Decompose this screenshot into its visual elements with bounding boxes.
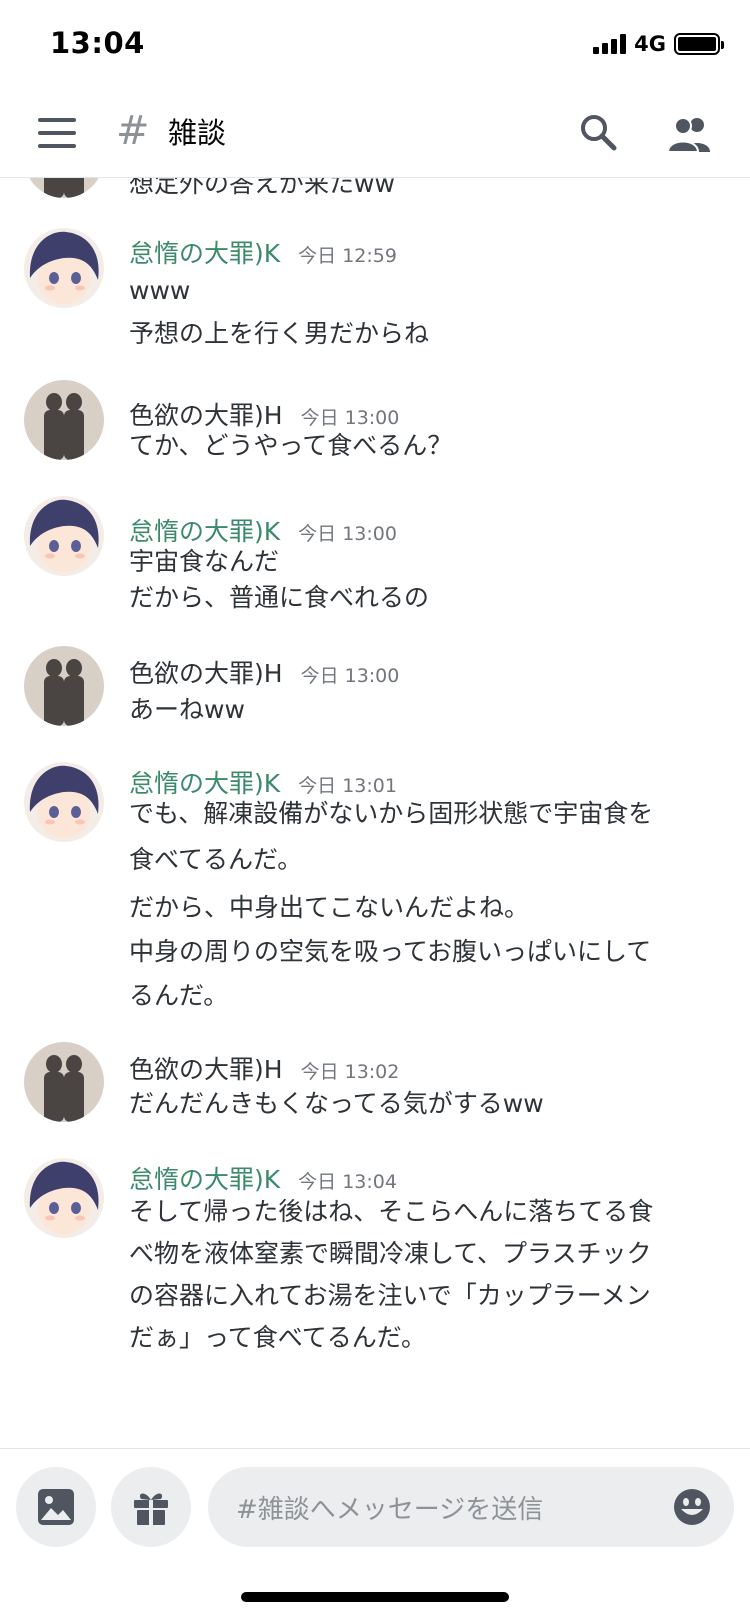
message-line: だから、中身出てこないんだよね。 bbox=[129, 893, 530, 922]
message-line: www bbox=[129, 276, 191, 305]
author-name[interactable]: 色欲の大罪)H bbox=[129, 1050, 283, 1086]
message-line: だんだんきもくなってる気がするww bbox=[129, 1089, 544, 1118]
battery-icon bbox=[674, 33, 724, 55]
image-icon bbox=[38, 1489, 74, 1525]
message-header: 色欲の大罪)H 今日 13:00 bbox=[129, 654, 399, 690]
message-text: 想定外の答えが来たww bbox=[129, 178, 395, 198]
signal-icon bbox=[593, 34, 627, 54]
timestamp: 今日 13:00 bbox=[298, 523, 397, 545]
menu-icon[interactable] bbox=[38, 118, 76, 148]
avatar-k[interactable] bbox=[24, 1158, 104, 1238]
composer-bar: #雑談へメッセージを送信 bbox=[0, 1448, 750, 1624]
message-input-placeholder: #雑談へメッセージを送信 bbox=[236, 1495, 544, 1525]
channel-header: # 雑談 bbox=[0, 90, 750, 178]
channel-title: 雑談 bbox=[168, 116, 227, 150]
members-icon[interactable] bbox=[666, 114, 714, 154]
timestamp: 今日 13:04 bbox=[298, 1171, 397, 1193]
message-header: 色欲の大罪)H 今日 13:02 bbox=[129, 1050, 399, 1086]
status-time: 13:04 bbox=[50, 26, 145, 60]
message-line: だから、普通に食べれるの bbox=[129, 583, 430, 612]
image-upload-button[interactable] bbox=[16, 1467, 96, 1547]
status-indicators: 4G bbox=[593, 32, 724, 56]
hash-icon: # bbox=[116, 108, 150, 154]
avatar-h[interactable] bbox=[24, 380, 104, 460]
timestamp: 今日 13:00 bbox=[300, 665, 400, 687]
message-line: 予想の上を行く男だからね bbox=[129, 319, 430, 348]
avatar-h[interactable] bbox=[24, 1042, 104, 1122]
status-bar: 13:04 4G bbox=[0, 0, 750, 90]
message-line: の容器に入れてお湯を注いで「カップラーメン bbox=[129, 1281, 651, 1310]
search-icon[interactable] bbox=[578, 112, 618, 152]
network-type: 4G bbox=[634, 32, 666, 56]
gift-icon bbox=[134, 1493, 168, 1525]
message-line: 宇宙食なんだ bbox=[129, 547, 280, 576]
message-line: てか、どうやって食べるん？ bbox=[129, 431, 453, 460]
message-line: 食べてるんだ。 bbox=[129, 845, 303, 874]
message-line: べ物を液体窒素で瞬間冷凍して、プラスチック bbox=[129, 1239, 652, 1268]
message-header: 怠惰の大罪)K 今日 13:04 bbox=[129, 1160, 397, 1196]
home-indicator[interactable] bbox=[241, 1592, 509, 1602]
timestamp: 今日 13:02 bbox=[300, 1061, 400, 1083]
avatar-k[interactable] bbox=[24, 762, 104, 842]
gift-button[interactable] bbox=[111, 1467, 191, 1547]
author-name[interactable]: 色欲の大罪)H bbox=[129, 654, 283, 690]
avatar-h[interactable] bbox=[24, 646, 104, 726]
message-line: るんだ。 bbox=[129, 981, 229, 1010]
avatar-k[interactable] bbox=[24, 228, 104, 308]
timestamp: 今日 12:59 bbox=[298, 245, 397, 267]
emoji-icon[interactable] bbox=[672, 1487, 712, 1527]
message-header: 怠惰の大罪)K 今日 12:59 bbox=[129, 234, 397, 270]
author-name[interactable]: 怠惰の大罪)K bbox=[129, 1160, 280, 1196]
message-list[interactable]: 想定外の答えが来たww 怠惰の大罪)K 今日 12:59 www 予想の上を行く… bbox=[0, 178, 750, 1448]
avatar-k[interactable] bbox=[24, 496, 104, 576]
message-input[interactable]: #雑談へメッセージを送信 bbox=[208, 1467, 734, 1547]
author-name[interactable]: 怠惰の大罪)K bbox=[129, 234, 280, 270]
message-line: あーねww bbox=[129, 695, 245, 724]
avatar-h[interactable] bbox=[24, 178, 104, 198]
message-line: だぁ」って食べてるんだ。 bbox=[129, 1323, 427, 1352]
message-line: でも、解凍設備がないから固形状態で宇宙食を bbox=[129, 799, 654, 828]
message-line: 中身の周りの空気を吸ってお腹いっぱいにして bbox=[129, 937, 652, 966]
message-line: そして帰った後はね、そこらへんに落ちてる食 bbox=[129, 1197, 654, 1226]
